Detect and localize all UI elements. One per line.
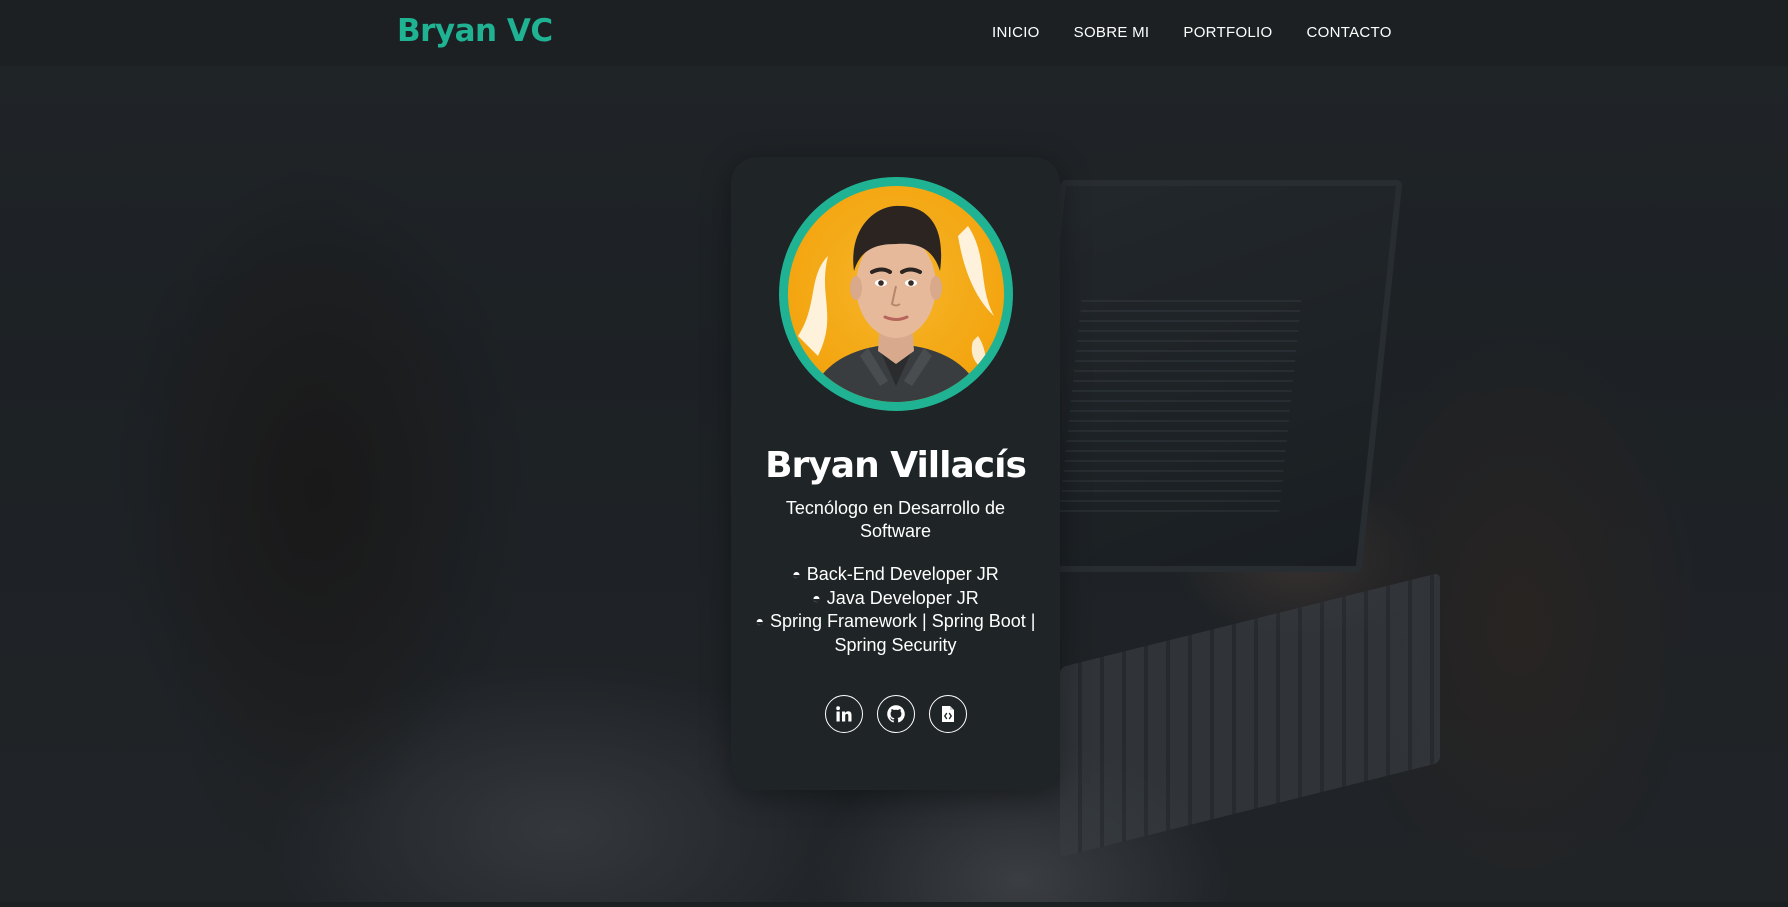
skill-item: ◓ Back-End Developer JR: [751, 563, 1040, 587]
social-links: [731, 695, 1060, 733]
linkedin-button[interactable]: [824, 695, 863, 733]
half-circle-icon: ◓: [755, 613, 764, 629]
linkedin-icon: [835, 706, 851, 722]
skills-list: ◓ Back-End Developer JR ◓ Java Developer J…: [751, 563, 1040, 657]
code-file-icon: [941, 706, 954, 722]
github-button[interactable]: [876, 695, 915, 733]
nav-link-sobre-mi[interactable]: SOBRE MI: [1074, 24, 1150, 41]
github-icon: [886, 705, 905, 723]
nav-link-inicio[interactable]: INICIO: [992, 24, 1040, 41]
avatar-ring: [779, 177, 1013, 411]
skill-text: Java Developer JR: [826, 587, 979, 608]
nav-link-contacto[interactable]: CONTACTO: [1307, 24, 1392, 41]
skill-item: ◓ Spring Framework | Spring Boot | Spring…: [751, 610, 1040, 657]
profile-card: Bryan Villacís Tecnólogo en Desarrollo d…: [731, 157, 1060, 790]
page: Bryan VC INICIO SOBRE MI PORTFOLIO CONTA…: [0, 0, 1788, 907]
brand-logo[interactable]: Bryan VC: [397, 13, 553, 49]
resume-button[interactable]: [928, 695, 967, 733]
site-header: Bryan VC INICIO SOBRE MI PORTFOLIO CONTA…: [0, 0, 1788, 66]
main-nav: INICIO SOBRE MI PORTFOLIO CONTACTO: [992, 24, 1392, 41]
half-circle-icon: ◓: [812, 589, 821, 606]
bottom-strip: [0, 902, 1788, 907]
skill-item: ◓ Java Developer JR: [751, 587, 1040, 611]
profile-name: Bryan Villacís: [765, 445, 1027, 486]
nav-link-portfolio[interactable]: PORTFOLIO: [1183, 24, 1272, 41]
profile-subtitle: Tecnólogo en Desarrollo de Software: [785, 498, 1006, 541]
skill-text: Spring Framework | Spring Boot | Spring …: [770, 611, 1036, 655]
half-circle-icon: ◓: [792, 566, 801, 582]
skill-text: Back-End Developer JR: [806, 564, 999, 584]
avatar: [788, 186, 1004, 402]
avatar-portrait: [798, 205, 994, 402]
